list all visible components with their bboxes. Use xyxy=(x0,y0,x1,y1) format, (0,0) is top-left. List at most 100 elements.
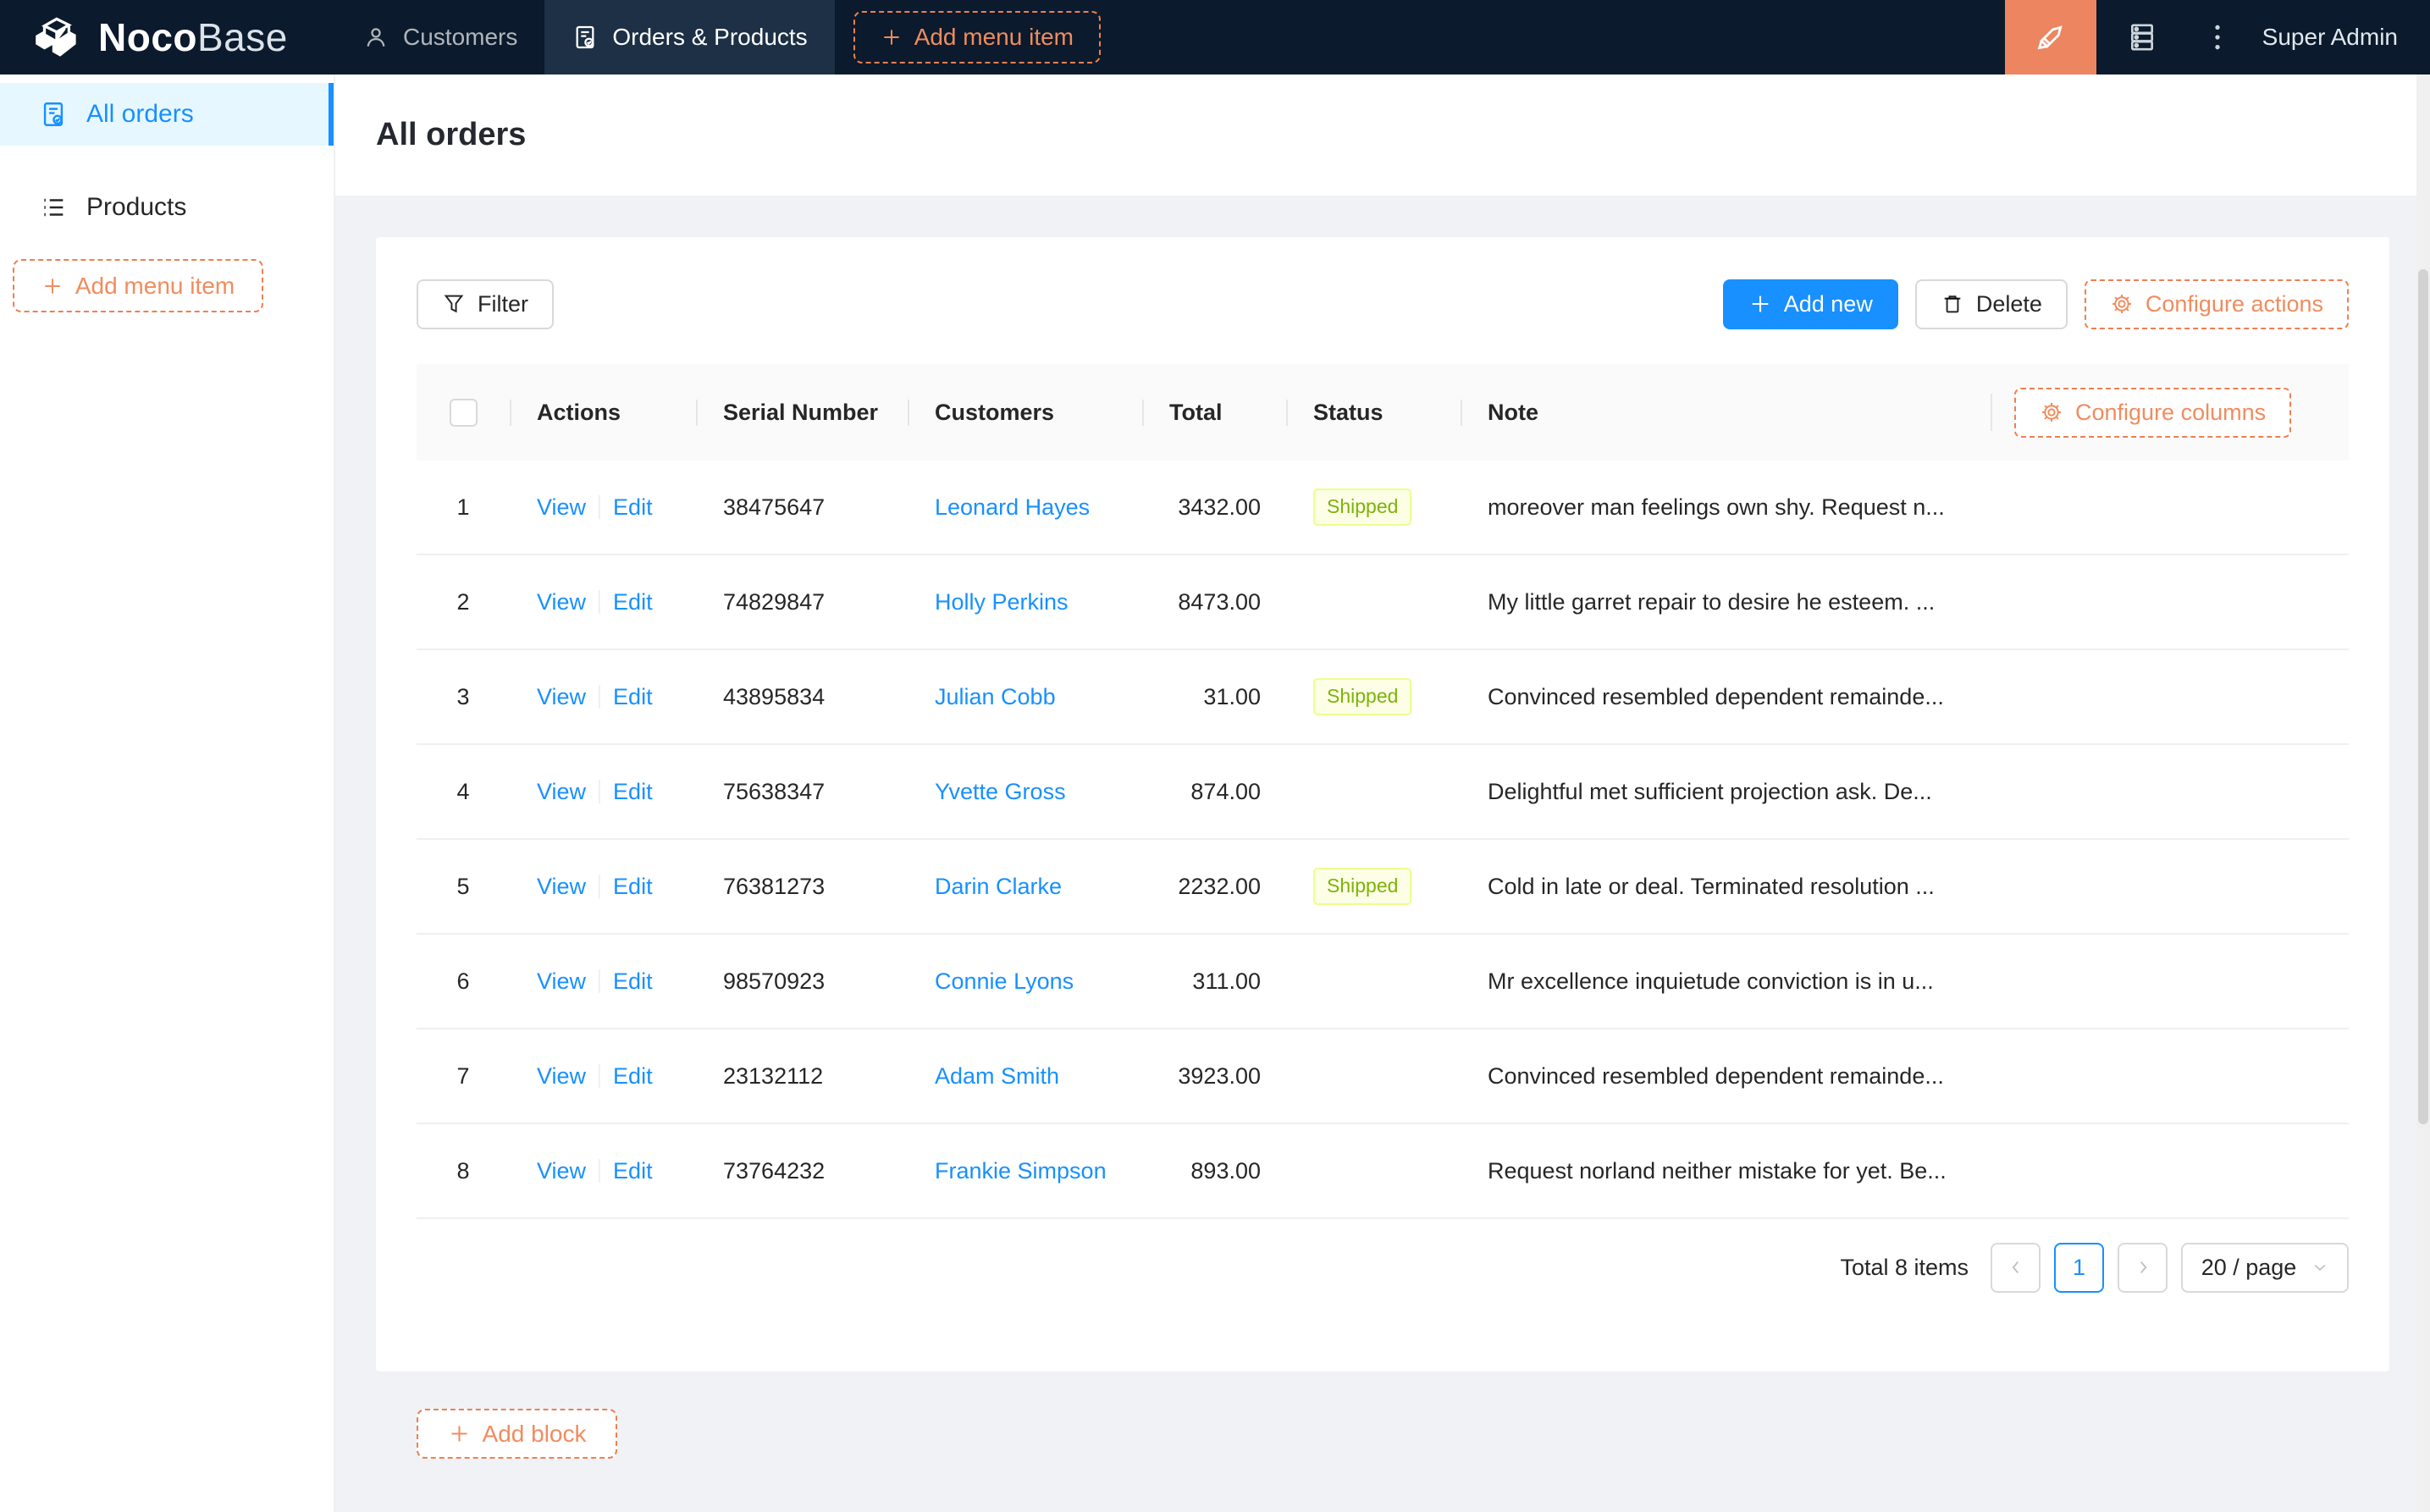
app-logo[interactable]: NocoBase xyxy=(0,11,335,63)
plugins-button[interactable] xyxy=(2096,0,2188,74)
delete-button[interactable]: Delete xyxy=(1915,279,2068,329)
edit-link[interactable]: Edit xyxy=(613,779,653,805)
column-header-total: Total xyxy=(1142,400,1286,426)
more-options-button[interactable] xyxy=(2188,0,2247,74)
view-link[interactable]: View xyxy=(537,494,586,521)
action-divider xyxy=(599,780,600,803)
row-actions-cell: View Edit xyxy=(510,874,696,900)
serial-number-cell: 73764232 xyxy=(696,1158,908,1184)
user-menu[interactable]: Super Admin xyxy=(2262,24,2398,51)
view-link[interactable]: View xyxy=(537,1063,586,1090)
filter-button[interactable]: Filter xyxy=(417,279,554,329)
edit-link[interactable]: Edit xyxy=(613,874,653,900)
filter-icon xyxy=(442,292,466,316)
row-actions-cell: View Edit xyxy=(510,968,696,995)
customer-cell: Julian Cobb xyxy=(908,684,1142,710)
chevron-left-icon xyxy=(2007,1258,2025,1277)
note-cell: Cold in late or deal. Terminated resolut… xyxy=(1461,874,2349,900)
add-new-button[interactable]: Add new xyxy=(1723,279,1898,329)
customer-link[interactable]: Yvette Gross xyxy=(935,779,1066,805)
list-icon xyxy=(39,193,68,222)
view-link[interactable]: View xyxy=(537,874,586,900)
nav-add-menu-item-button[interactable]: Add menu item xyxy=(853,11,1101,63)
sidebar-item-products[interactable]: Products xyxy=(0,176,334,239)
column-header-serial: Serial Number xyxy=(696,400,908,426)
page-number-button[interactable]: 1 xyxy=(2054,1243,2104,1293)
add-block-button[interactable]: Add block xyxy=(417,1409,617,1459)
note-cell: My little garret repair to desire he est… xyxy=(1461,589,2349,615)
row-actions-cell: View Edit xyxy=(510,1158,696,1184)
row-index: 3 xyxy=(417,684,510,710)
table-row: 5 View Edit 76381273 Darin Clarke 2232.0… xyxy=(417,840,2349,935)
page-size-value: 20 / page xyxy=(2201,1255,2297,1281)
view-link[interactable]: View xyxy=(537,589,586,615)
select-all-checkbox[interactable] xyxy=(450,399,478,427)
scrollbar-thumb[interactable] xyxy=(2418,269,2428,1124)
table-row: 1 View Edit 38475647 Leonard Hayes 3432.… xyxy=(417,461,2349,555)
content-area: Filter Add new Delete xyxy=(335,196,2430,1512)
brand-name: NocoBase xyxy=(98,14,288,60)
edit-link[interactable]: Edit xyxy=(613,589,653,615)
customer-cell: Darin Clarke xyxy=(908,874,1142,900)
edit-link[interactable]: Edit xyxy=(613,1063,653,1090)
page-title: All orders xyxy=(376,117,526,153)
nav-add-menu-item-label: Add menu item xyxy=(914,24,1074,51)
action-divider xyxy=(599,590,600,614)
sidebar-item-all-orders[interactable]: All orders xyxy=(0,83,334,146)
customer-link[interactable]: Darin Clarke xyxy=(935,874,1062,900)
serial-number-cell: 23132112 xyxy=(696,1063,908,1090)
status-cell: Shipped xyxy=(1286,678,1461,715)
page-scrollbar[interactable] xyxy=(2416,74,2430,1512)
pagination-total: Total 8 items xyxy=(1840,1255,1969,1281)
gear-icon xyxy=(2110,292,2134,316)
customer-link[interactable]: Frankie Simpson xyxy=(935,1158,1107,1184)
serial-number-cell: 76381273 xyxy=(696,874,908,900)
orders-icon xyxy=(39,100,68,129)
app: NocoBase Customers Orders & Products Add… xyxy=(0,0,2430,1512)
view-link[interactable]: View xyxy=(537,684,586,710)
action-divider xyxy=(599,969,600,993)
row-actions-cell: View Edit xyxy=(510,684,696,710)
total-cell: 2232.00 xyxy=(1142,874,1286,900)
previous-page-button[interactable] xyxy=(1991,1243,2041,1293)
action-divider xyxy=(599,1159,600,1183)
row-index: 2 xyxy=(417,589,510,615)
nav-item-customers[interactable]: Customers xyxy=(335,0,544,74)
main-area: All orders Filter Add new xyxy=(335,74,2430,1512)
serial-number-cell: 43895834 xyxy=(696,684,908,710)
customer-link[interactable]: Holly Perkins xyxy=(935,589,1069,615)
status-cell: Shipped xyxy=(1286,868,1461,905)
trash-icon xyxy=(1941,292,1964,316)
table-row: 8 View Edit 73764232 Frankie Simpson 893… xyxy=(417,1124,2349,1219)
configure-columns-button[interactable]: Configure columns xyxy=(2014,388,2291,438)
status-tag: Shipped xyxy=(1313,868,1411,905)
configure-actions-label: Configure actions xyxy=(2146,291,2323,317)
sidebar-item-label: Products xyxy=(86,193,186,222)
customer-link[interactable]: Julian Cobb xyxy=(935,684,1056,710)
page-size-select[interactable]: 20 / page xyxy=(2181,1243,2349,1293)
delete-button-label: Delete xyxy=(1976,291,2042,317)
sidebar-add-menu-item-button[interactable]: Add menu item xyxy=(13,259,263,312)
note-cell: Request norland neither mistake for yet.… xyxy=(1461,1158,2349,1184)
row-index: 8 xyxy=(417,1158,510,1184)
row-actions-cell: View Edit xyxy=(510,589,696,615)
edit-link[interactable]: Edit xyxy=(613,494,653,521)
ui-editor-button[interactable] xyxy=(2005,0,2096,74)
edit-link[interactable]: Edit xyxy=(613,1158,653,1184)
orders-table: Actions Serial Number Customers Total St… xyxy=(417,364,2349,1219)
view-link[interactable]: View xyxy=(537,779,586,805)
next-page-button[interactable] xyxy=(2118,1243,2168,1293)
view-link[interactable]: View xyxy=(537,1158,586,1184)
edit-link[interactable]: Edit xyxy=(613,684,653,710)
customer-cell: Connie Lyons xyxy=(908,968,1142,995)
view-link[interactable]: View xyxy=(537,968,586,995)
action-divider xyxy=(599,685,600,709)
configure-actions-button[interactable]: Configure actions xyxy=(2085,279,2349,329)
customer-link[interactable]: Connie Lyons xyxy=(935,968,1074,995)
select-all-cell xyxy=(417,399,510,427)
edit-link[interactable]: Edit xyxy=(613,968,653,995)
nav-item-orders-products[interactable]: Orders & Products xyxy=(544,0,834,74)
customer-link[interactable]: Leonard Hayes xyxy=(935,494,1090,521)
customer-link[interactable]: Adam Smith xyxy=(935,1063,1059,1090)
row-index: 5 xyxy=(417,874,510,900)
